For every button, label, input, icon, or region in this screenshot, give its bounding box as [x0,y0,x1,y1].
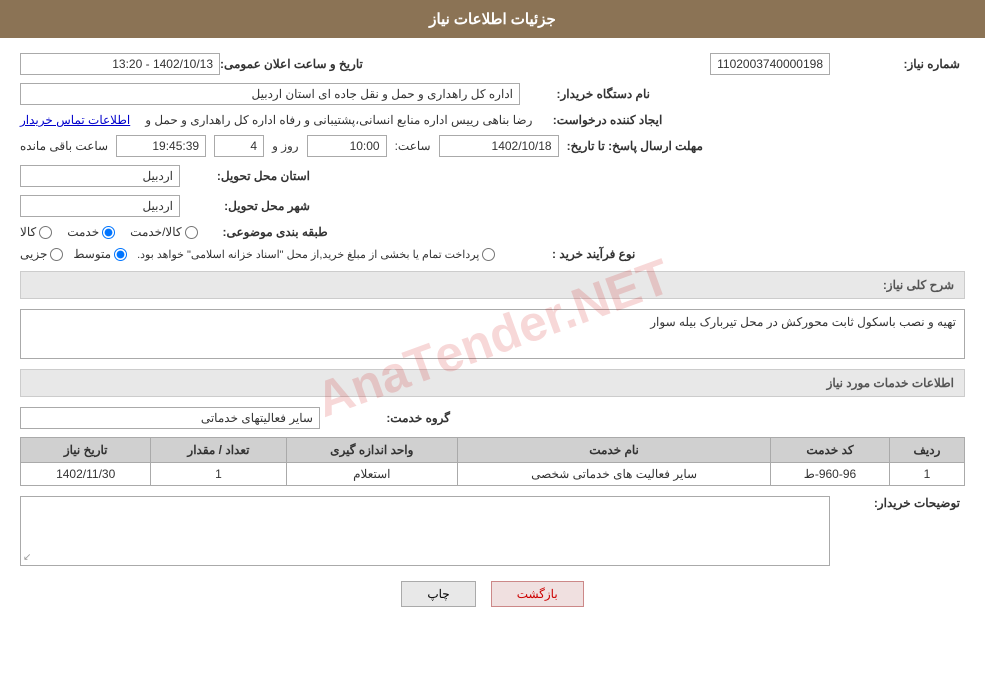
need-number-row: شماره نیاز: 1102003740000198 تاریخ و ساع… [20,53,965,75]
category-kala-khadmat-radio[interactable] [185,226,198,239]
deadline-time-label: ساعت: [395,139,431,153]
col-service-name: نام خدمت [458,438,771,463]
buttons-row: بازگشت چاپ [20,581,965,607]
deadline-remaining-label: ساعت باقی مانده [20,139,108,153]
general-desc-title: شرح کلی نیاز: [20,271,965,299]
col-row-num: ردیف [889,438,964,463]
requester-label: ایجاد کننده درخواست: [532,113,662,127]
col-date: تاریخ نیاز [21,438,151,463]
org-name-label: نام دستگاه خریدار: [520,87,650,101]
deadline-days: 4 [214,135,264,157]
category-kala-khadmat-label: کالا/خدمت [130,225,181,239]
city-label: شهر محل تحویل: [180,199,310,213]
deadline-row: مهلت ارسال پاسخ: تا تاریخ: 1402/10/18 سا… [20,135,965,157]
page-header: جزئیات اطلاعات نیاز [0,0,985,38]
category-kala-khadmat: کالا/خدمت [130,225,197,239]
category-khadmat-radio[interactable] [102,226,115,239]
need-number-label: شماره نیاز: [830,57,960,71]
category-label: طبقه بندی موضوعی: [198,225,328,239]
procurement-small-radio[interactable] [50,248,63,261]
procurement-medium-label: متوسط [73,247,111,261]
province-row: استان محل تحویل: اردبیل [20,165,965,187]
org-name-row: نام دستگاه خریدار: اداره کل راهداری و حم… [20,83,965,105]
general-desc-row: تهیه و نصب باسکول ثابت محورکش در محل تیر… [20,309,965,359]
requester-row: ایجاد کننده درخواست: رضا بناهی رییس ادار… [20,113,965,127]
col-unit: واحد اندازه گیری [286,438,457,463]
content-area: AnaТender.NET شماره نیاز: 11020037400001… [0,38,985,637]
resize-handle-2: ↙ [23,552,31,563]
deadline-days-label: روز و [272,139,299,153]
col-service-code: کد خدمت [771,438,890,463]
general-desc-value: تهیه و نصب باسکول ثابت محورکش در محل تیر… [20,309,965,359]
table-header-row: ردیف کد خدمت نام خدمت واحد اندازه گیری ت… [21,438,965,463]
category-kala-label: کالا [20,225,36,239]
service-group-value: سایر فعالیتهای خدماتی [20,407,320,429]
procurement-note-radio[interactable] [482,248,495,261]
announcement-label: تاریخ و ساعت اعلان عمومی: [220,57,363,71]
requester-value: رضا بناهی رییس اداره منابع انسانی،پشتیبا… [145,113,532,127]
cell-unit: استعلام [286,463,457,486]
page-wrapper: جزئیات اطلاعات نیاز AnaТender.NET شماره … [0,0,985,691]
services-section: اطلاعات خدمات مورد نیاز گروه خدمت: سایر … [20,369,965,486]
table-row: 1 960-96-ط سایر فعالیت های خدماتی شخصی ا… [21,463,965,486]
category-kala: کالا [20,225,52,239]
procurement-small: جزیی [20,247,63,261]
print-button[interactable]: چاپ [401,581,475,607]
city-value: اردبیل [20,195,180,217]
category-row: طبقه بندی موضوعی: کالا/خدمت خدمت کالا [20,225,965,239]
services-table: ردیف کد خدمت نام خدمت واحد اندازه گیری ت… [20,437,965,486]
services-title: اطلاعات خدمات مورد نیاز [20,369,965,397]
category-radio-group: کالا/خدمت خدمت کالا [20,225,198,239]
category-kala-radio[interactable] [39,226,52,239]
deadline-time: 10:00 [307,135,387,157]
category-khadmat-label: خدمت [67,225,99,239]
service-group-row: گروه خدمت: سایر فعالیتهای خدماتی [20,407,965,429]
province-label: استان محل تحویل: [180,169,310,183]
procurement-medium-radio[interactable] [114,248,127,261]
cell-date: 1402/11/30 [21,463,151,486]
procurement-radio-group: پرداخت تمام یا بخشی از مبلغ خرید,از محل … [20,247,495,261]
org-name-value: اداره کل راهداری و حمل و نقل جاده ای است… [20,83,520,105]
cell-quantity: 1 [151,463,286,486]
procurement-note: پرداخت تمام یا بخشی از مبلغ خرید,از محل … [137,248,495,261]
procurement-small-label: جزیی [20,247,47,261]
category-khadmat: خدمت [67,225,115,239]
cell-service-code: 960-96-ط [771,463,890,486]
page-title: جزئیات اطلاعات نیاز [429,11,556,28]
province-value: اردبیل [20,165,180,187]
announcement-value: 1402/10/13 - 13:20 [20,53,220,75]
deadline-date: 1402/10/18 [439,135,559,157]
procurement-note-label: پرداخت تمام یا بخشی از مبلغ خرید,از محل … [137,248,479,261]
cell-row-num: 1 [889,463,964,486]
contact-link[interactable]: اطلاعات تماس خریدار [20,113,130,127]
cell-service-name: سایر فعالیت های خدماتی شخصی [458,463,771,486]
back-button[interactable]: بازگشت [491,581,584,607]
city-row: شهر محل تحویل: اردبیل [20,195,965,217]
buyer-notes-row: توضیحات خریدار: ↙ [20,496,965,566]
procurement-medium: متوسط [73,247,127,261]
general-desc-section: شرح کلی نیاز: تهیه و نصب باسکول ثابت محو… [20,271,965,359]
procurement-label: نوع فرآیند خرید : [505,247,635,261]
need-number-value: 1102003740000198 [710,53,830,75]
buyer-notes-box: ↙ [20,496,830,566]
buyer-notes-label: توضیحات خریدار: [830,496,960,510]
deadline-remaining: 19:45:39 [116,135,206,157]
service-group-label: گروه خدمت: [320,411,450,425]
col-quantity: تعداد / مقدار [151,438,286,463]
deadline-label: مهلت ارسال پاسخ: تا تاریخ: [567,139,703,153]
procurement-row: نوع فرآیند خرید : پرداخت تمام یا بخشی از… [20,247,965,261]
